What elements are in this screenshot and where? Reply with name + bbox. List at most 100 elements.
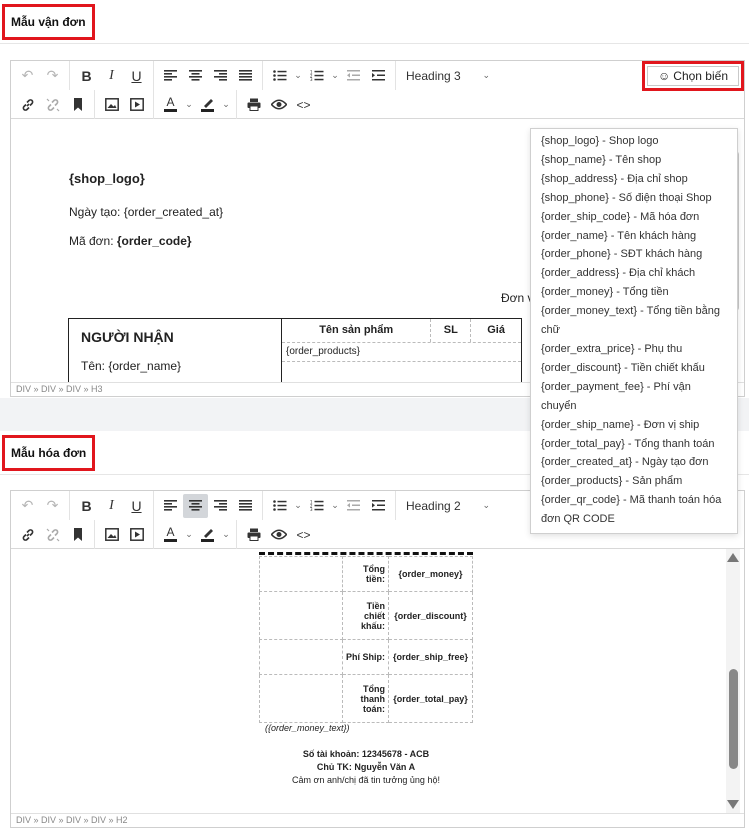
variable-item[interactable]: {order_money} - Tổng tiền	[541, 283, 727, 302]
bookmark-icon[interactable]	[65, 93, 90, 117]
indent-icon[interactable]	[366, 64, 391, 88]
highlight-icon[interactable]	[195, 93, 220, 117]
scrollbar-thumb[interactable]	[729, 669, 738, 769]
print-icon[interactable]	[241, 93, 266, 117]
variable-item[interactable]: {order_money_text} - Tổng tiền bằng chữ	[541, 302, 727, 340]
code-icon[interactable]: <>	[291, 93, 316, 117]
outdent-icon[interactable]	[341, 494, 366, 518]
chevron-down-icon[interactable]: ⌄	[183, 93, 195, 117]
variable-item[interactable]: {order_created_at} - Ngày tạo đơn	[541, 453, 727, 472]
preview-icon[interactable]	[266, 523, 291, 547]
redo-icon[interactable]: ↷	[40, 494, 65, 518]
unlink-icon[interactable]	[40, 523, 65, 547]
product-header-qty: SL	[431, 319, 472, 342]
align-justify-icon[interactable]	[233, 494, 258, 518]
image-icon[interactable]	[99, 523, 124, 547]
variable-item[interactable]: {order_qr_code} - Mã thanh toán hóa đơn …	[541, 491, 727, 529]
preview-icon[interactable]	[266, 93, 291, 117]
invoice-editor[interactable]: ↶ ↷ B I U ⌄ 1 2 3 ⌄ Heading 2 ⌄ A ⌄ ⌄ <>…	[10, 490, 745, 828]
text-color-icon[interactable]: A	[158, 523, 183, 547]
italic-icon[interactable]: I	[99, 64, 124, 88]
variable-item[interactable]: {order_discount} - Tiền chiết khấu	[541, 359, 727, 378]
align-center-icon[interactable]	[183, 493, 208, 518]
smiley-icon: ☺	[658, 69, 671, 83]
insert-variable-button[interactable]: ☺ Chọn biến	[647, 66, 739, 86]
heading-select[interactable]: Heading 2 ⌄	[400, 494, 496, 518]
chevron-down-icon[interactable]: ⌄	[220, 523, 232, 547]
toolbar-row-1: ↶ ↷ B I U	[11, 491, 500, 520]
align-left-icon[interactable]	[158, 64, 183, 88]
heading-select[interactable]: Heading 3 ⌄	[400, 64, 496, 88]
redo-icon[interactable]: ↷	[40, 64, 65, 88]
totals-value: {order_total_pay}	[388, 674, 473, 723]
underline-icon[interactable]: U	[124, 494, 149, 518]
insert-variable-highlight: ☺ Chọn biến	[642, 61, 744, 91]
chevron-down-icon[interactable]: ⌄	[329, 64, 341, 88]
totals-value: {order_money}	[388, 556, 473, 592]
variable-item[interactable]: {order_payment_fee} - Phí vận chuyển	[541, 378, 727, 416]
variable-item[interactable]: {order_ship_name} - Đơn vị ship	[541, 416, 727, 435]
link-icon[interactable]	[15, 523, 40, 547]
order-code-line: Mã đơn: {order_code}	[69, 234, 192, 248]
svg-text:3: 3	[310, 77, 313, 81]
variable-item[interactable]: {shop_address} - Địa chỉ shop	[541, 170, 727, 189]
chevron-down-icon[interactable]: ⌄	[329, 494, 341, 518]
highlight-icon[interactable]	[195, 523, 220, 547]
align-right-icon[interactable]	[208, 64, 233, 88]
totals-table: Tổng tiền: {order_money} Tiền chiết khấu…	[259, 556, 473, 723]
bookmark-icon[interactable]	[65, 523, 90, 547]
heading-select-value: Heading 2	[406, 498, 461, 513]
italic-icon[interactable]: I	[99, 494, 124, 518]
numbered-list-icon[interactable]: 123	[304, 494, 329, 518]
variable-dropdown[interactable]: {shop_logo} - Shop logo {shop_name} - Tê…	[530, 128, 738, 534]
image-icon[interactable]	[99, 93, 124, 117]
align-right-icon[interactable]	[208, 494, 233, 518]
variable-item[interactable]: {shop_logo} - Shop logo	[541, 132, 727, 151]
video-icon[interactable]	[124, 523, 149, 547]
svg-text:3: 3	[310, 507, 313, 511]
variable-item[interactable]: {order_phone} - SĐT khách hàng	[541, 245, 727, 264]
bullet-list-icon[interactable]	[267, 64, 292, 88]
align-left-icon[interactable]	[158, 494, 183, 518]
undo-icon[interactable]: ↶	[15, 494, 40, 518]
products-placeholder: {order_products}	[282, 343, 521, 362]
toolbar-row-2: A ⌄ ⌄ <>	[11, 90, 320, 119]
video-icon[interactable]	[124, 93, 149, 117]
unlink-icon[interactable]	[40, 93, 65, 117]
indent-icon[interactable]	[366, 494, 391, 518]
variable-item[interactable]: {order_address} - Địa chỉ khách	[541, 264, 727, 283]
chevron-down-icon[interactable]: ⌄	[183, 523, 195, 547]
scroll-up-icon[interactable]	[727, 553, 739, 562]
invoice-editor-scrollbar[interactable]	[726, 549, 740, 813]
bullet-list-icon[interactable]	[267, 494, 292, 518]
bold-icon[interactable]: B	[74, 494, 99, 518]
bold-icon[interactable]: B	[74, 64, 99, 88]
chevron-down-icon[interactable]: ⌄	[292, 64, 304, 88]
code-icon[interactable]: <>	[291, 523, 316, 547]
chevron-down-icon[interactable]: ⌄	[292, 494, 304, 518]
variable-item[interactable]: {order_total_pay} - Tổng thanh toán	[541, 435, 727, 454]
text-color-icon[interactable]: A	[158, 93, 183, 117]
account-line: Số tài khoản: 12345678 - ACB	[302, 749, 430, 759]
chevron-down-icon[interactable]: ⌄	[220, 93, 232, 117]
totals-value: {order_discount}	[388, 591, 473, 640]
link-icon[interactable]	[15, 93, 40, 117]
underline-icon[interactable]: U	[124, 64, 149, 88]
invoice-editor-content[interactable]: Tổng tiền: {order_money} Tiền chiết khấu…	[11, 549, 744, 814]
variable-item[interactable]: {order_name} - Tên khách hàng	[541, 227, 727, 246]
numbered-list-icon[interactable]: 123	[304, 64, 329, 88]
outdent-icon[interactable]	[341, 64, 366, 88]
print-icon[interactable]	[241, 523, 266, 547]
variable-item[interactable]: {order_ship_code} - Mã hóa đơn	[541, 208, 727, 227]
variable-item[interactable]: {shop_phone} - Số điện thoại Shop	[541, 189, 727, 208]
align-center-icon[interactable]	[183, 64, 208, 88]
variable-item[interactable]: {order_products} - Sản phẩm	[541, 472, 727, 491]
shipping-editor-toolbar: ↶ ↷ B I U ⌄ 1 2 3 ⌄ Heading 3 ⌄ ☺ Chọn b…	[11, 61, 744, 119]
align-justify-icon[interactable]	[233, 64, 258, 88]
variable-item[interactable]: {shop_name} - Tên shop	[541, 151, 727, 170]
totals-value: {order_ship_free}	[388, 639, 473, 675]
undo-icon[interactable]: ↶	[15, 64, 40, 88]
money-text: ({order_money_text})	[265, 723, 350, 733]
scroll-down-icon[interactable]	[727, 800, 739, 809]
variable-item[interactable]: {order_extra_price} - Phụ thu	[541, 340, 727, 359]
